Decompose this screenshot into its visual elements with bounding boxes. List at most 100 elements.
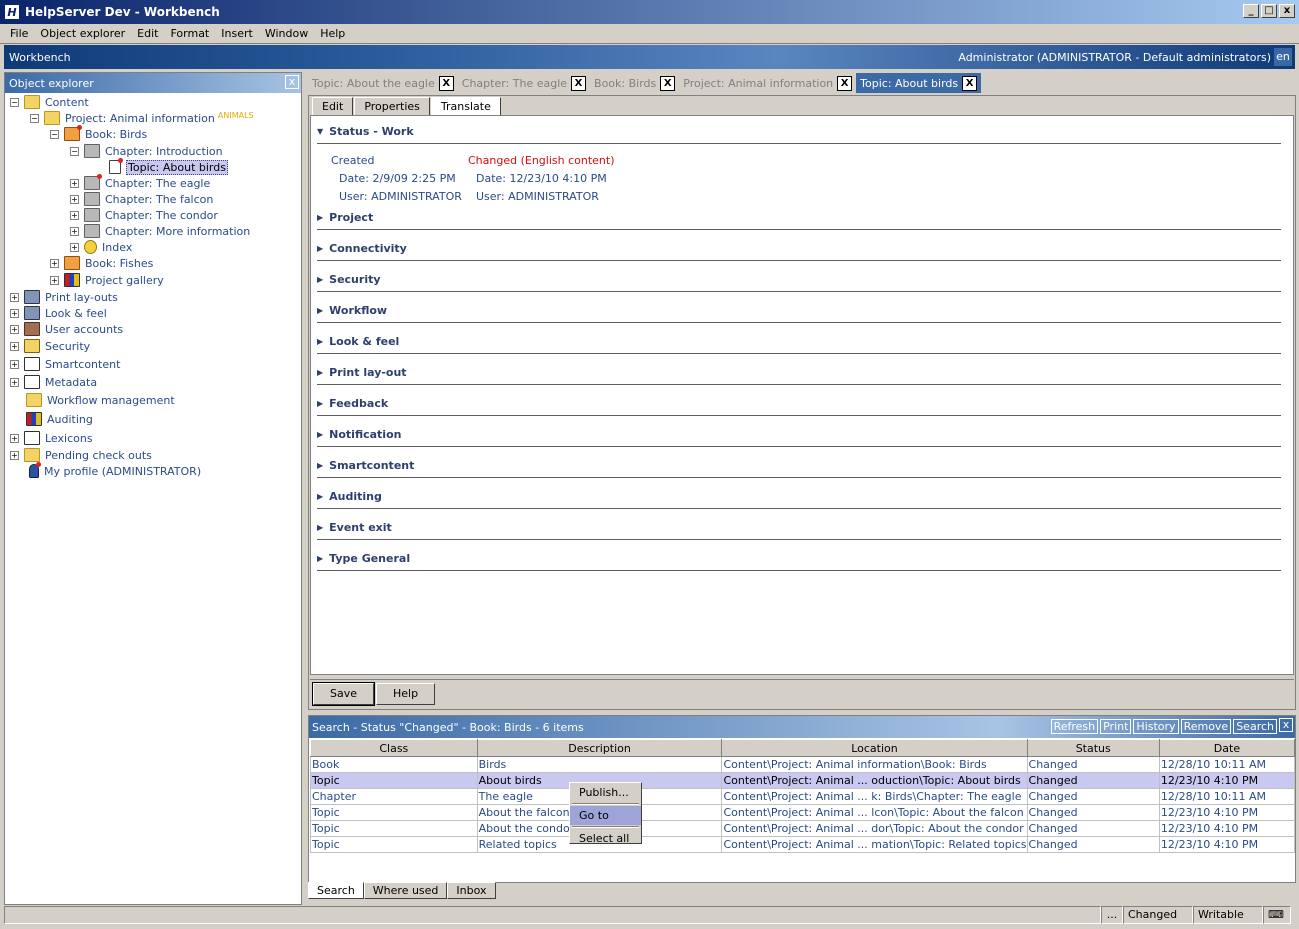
history-button[interactable]: History (1133, 719, 1179, 734)
menu-format[interactable]: Format (164, 27, 215, 40)
col-status[interactable]: Status (1026, 739, 1160, 757)
help-button[interactable]: Help (376, 682, 436, 705)
close-icon[interactable]: x (1279, 718, 1293, 732)
tree-node-metadata[interactable]: + Metadata (10, 374, 97, 390)
tab-where-used[interactable]: Where used (363, 882, 448, 899)
section-smartcontent[interactable]: ▶ Smartcontent (317, 454, 1281, 478)
table-row[interactable]: Topic About the falcon Content\Project: An… (310, 804, 1296, 821)
doc-tab-chapter-eagle[interactable]: Chapter: The eagle X (458, 73, 590, 93)
close-window-button[interactable]: x (1279, 4, 1295, 18)
refresh-button[interactable]: Refresh (1050, 719, 1099, 734)
tree-node-workflow[interactable]: Workflow management (26, 392, 175, 408)
tab-inbox[interactable]: Inbox (447, 882, 496, 899)
doc-tab-topic-eagle[interactable]: Topic: About the eagle X (308, 73, 458, 93)
table-row[interactable]: Topic Related topics Content\Project: Anim… (310, 836, 1296, 853)
language-button[interactable]: en (1274, 48, 1292, 66)
triangle-right-icon: ▶ (317, 306, 324, 315)
triangle-right-icon: ▶ (317, 244, 324, 253)
status-bar: ... Changed Writable ⌨ (4, 906, 1295, 926)
doc-tab-book-birds[interactable]: Book: Birds X (590, 73, 679, 93)
tree-node-chapter-eagle[interactable]: + Chapter: The eagle (70, 174, 210, 191)
tab-properties[interactable]: Properties (354, 97, 430, 116)
menu-insert[interactable]: Insert (215, 27, 259, 40)
tree-node-chapter-condor[interactable]: + Chapter: The condor (70, 207, 218, 223)
col-class[interactable]: Class (310, 739, 478, 757)
tab-translate[interactable]: Translate (430, 97, 501, 116)
table-row[interactable]: Topic About birds Content\Project: Animal … (310, 772, 1296, 789)
tree-node-look-feel[interactable]: + Look & feel (10, 305, 107, 321)
menu-window[interactable]: Window (259, 27, 314, 40)
tree-node-topic-about-birds[interactable]: Topic: About birds (109, 158, 228, 175)
table-row[interactable]: Topic About the condor Content\Project: An… (310, 820, 1296, 837)
tree-node-book-birds[interactable]: − Book: Birds (50, 125, 147, 142)
close-tab-icon[interactable]: X (837, 75, 853, 91)
tree-node-chapter-falcon[interactable]: + Chapter: The falcon (70, 191, 213, 207)
chapter-icon (84, 174, 102, 190)
menu-object-explorer[interactable]: Object explorer (34, 27, 131, 40)
created-label: Created (331, 154, 375, 167)
doc-tab-topic-about-birds[interactable]: Topic: About birds X (856, 73, 982, 93)
tree-node-auditing[interactable]: Auditing (26, 411, 93, 427)
section-project[interactable]: ▶ Project (317, 206, 1281, 230)
tree-node-print-layouts[interactable]: + Print lay-outs (10, 289, 118, 305)
col-date[interactable]: Date (1158, 739, 1296, 757)
table-row[interactable]: Book Birds Content\Project: Animal informa… (310, 756, 1296, 773)
tree-node-chapter-introduction[interactable]: − Chapter: Introduction (70, 143, 223, 159)
chapter-icon (84, 208, 100, 222)
menu-item-go-to[interactable]: Go to (570, 806, 641, 825)
search-button[interactable]: Search (1233, 719, 1277, 734)
tree-node-pending-checkouts[interactable]: + Pending check outs (10, 447, 152, 463)
tree-node-smartcontent[interactable]: + Smartcontent (10, 356, 120, 372)
tree-node-book-fishes[interactable]: + Book: Fishes (50, 255, 153, 271)
section-type-general[interactable]: ▶ Type General (317, 547, 1281, 571)
results-table: Class Description Location Status Date B… (310, 739, 1296, 853)
tree-node-project-gallery[interactable]: + Project gallery (50, 272, 164, 288)
tree-node-content[interactable]: − Content (10, 94, 89, 110)
section-print-layout[interactable]: ▶ Print lay-out (317, 361, 1281, 385)
menu-help[interactable]: Help (314, 27, 351, 40)
tree-node-security[interactable]: + Security (10, 338, 90, 354)
menu-item-select-all[interactable]: Select all (570, 829, 641, 848)
close-tab-icon[interactable]: X (660, 75, 676, 91)
menu-edit[interactable]: Edit (131, 27, 164, 40)
section-connectivity[interactable]: ▶ Connectivity (317, 237, 1281, 261)
tree-node-lexicons[interactable]: + Lexicons (10, 430, 93, 446)
doc-tab-project-animal[interactable]: Project: Animal information X (679, 73, 856, 93)
section-status[interactable]: ▼ Status - Work (317, 120, 1281, 144)
section-event-exit[interactable]: ▶ Event exit (317, 516, 1281, 540)
workflow-folder-icon (26, 393, 42, 407)
maximize-button[interactable]: □ (1261, 4, 1277, 18)
remove-button[interactable]: Remove (1180, 719, 1232, 734)
col-description[interactable]: Description (476, 739, 723, 757)
section-look-feel[interactable]: ▶ Look & feel (317, 330, 1281, 354)
menu-item-publish[interactable]: Publish... (570, 783, 641, 802)
close-icon[interactable]: x (285, 75, 299, 89)
triangle-right-icon: ▶ (317, 430, 324, 439)
section-feedback[interactable]: ▶ Feedback (317, 392, 1281, 416)
minimize-button[interactable]: _ (1243, 4, 1259, 18)
close-tab-icon[interactable]: X (571, 75, 587, 91)
tab-search[interactable]: Search (308, 882, 364, 899)
tree-node-user-accounts[interactable]: + User accounts (10, 321, 123, 337)
close-tab-icon[interactable]: X (962, 75, 978, 91)
table-row[interactable]: Chapter The eagle Content\Project: Animal … (310, 788, 1296, 805)
print-button[interactable]: Print (1100, 719, 1132, 734)
col-location[interactable]: Location (721, 739, 1028, 757)
triangle-right-icon: ▶ (317, 337, 324, 346)
section-auditing[interactable]: ▶ Auditing (317, 485, 1281, 509)
created-date: Date: 2/9/09 2:25 PM (339, 172, 456, 185)
section-workflow[interactable]: ▶ Workflow (317, 299, 1281, 323)
menu-file[interactable]: File (4, 27, 34, 40)
status-dots[interactable]: ... (1101, 906, 1123, 924)
tree-node-project-animal[interactable]: − Project: Animal information ANIMALS (30, 110, 254, 126)
tree-node-my-profile[interactable]: My profile (ADMINISTRATOR) (29, 462, 201, 479)
tree-node-chapter-more-info[interactable]: + Chapter: More information (70, 223, 250, 239)
save-button[interactable]: Save (311, 681, 376, 706)
chapter-icon (84, 224, 100, 238)
section-notification[interactable]: ▶ Notification (317, 423, 1281, 447)
tab-edit[interactable]: Edit (312, 97, 354, 116)
close-tab-icon[interactable]: X (438, 75, 454, 91)
changed-user: User: ADMINISTRATOR (476, 190, 599, 203)
section-security[interactable]: ▶ Security (317, 268, 1281, 292)
tree-node-index[interactable]: + Index (70, 239, 132, 255)
